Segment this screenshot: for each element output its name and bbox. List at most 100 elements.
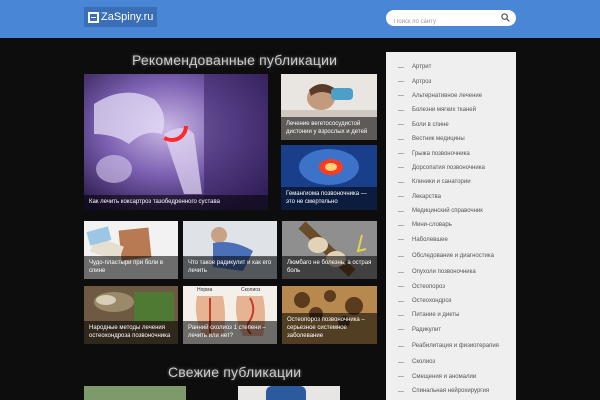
sidebar-category-label: Мини-словарь bbox=[412, 222, 452, 229]
site-header: ZaSpiny.ru bbox=[0, 0, 600, 38]
card-folk-title: Народные методы лечения остеохондроза по… bbox=[84, 321, 178, 344]
dash-icon bbox=[398, 255, 404, 257]
dash-icon bbox=[398, 361, 404, 363]
dash-icon bbox=[398, 239, 404, 241]
card-osteoporosis-title: Остеопороз позвоночника – серьезное сист… bbox=[282, 313, 377, 344]
card-plasters[interactable]: Чудо-пластыри при боли в спине bbox=[84, 221, 178, 279]
dash-icon bbox=[398, 345, 404, 347]
card-folk[interactable]: Народные методы лечения остеохондроза по… bbox=[84, 286, 178, 344]
sidebar-category-label: Опухоли позвоночника bbox=[412, 269, 476, 276]
fresh-thumb-2[interactable] bbox=[238, 386, 340, 400]
card-radiculitis-title: Что такое радикулит и как его лечить bbox=[183, 256, 277, 279]
card-scoliosis[interactable]: Норма Сколиоз Ранний сколиоз 1 степени –… bbox=[183, 286, 277, 344]
sidebar-category-label: Артроз bbox=[412, 78, 432, 85]
dash-icon bbox=[398, 210, 404, 212]
sidebar-category-item[interactable]: Клиники и санатории bbox=[386, 175, 516, 189]
card-hip-title: Как лечить коксартроз тазобедренного сус… bbox=[84, 195, 268, 210]
dash-icon bbox=[398, 138, 404, 140]
sidebar-category-item[interactable]: Болезни мягких тканей bbox=[386, 103, 516, 117]
scoliosis-norm-label: Норма bbox=[197, 287, 213, 293]
sidebar-category-item[interactable]: Альтернативное лечение bbox=[386, 89, 516, 103]
search-icon[interactable] bbox=[501, 13, 510, 22]
dash-icon bbox=[398, 95, 404, 97]
dash-icon bbox=[398, 224, 404, 226]
card-osteoporosis[interactable]: Остеопороз позвоночника – серьезное сист… bbox=[282, 286, 377, 344]
sidebar-category-item[interactable]: Сколиоз bbox=[386, 355, 516, 369]
sidebar-category-label: Болезни мягких тканей bbox=[412, 107, 476, 114]
dash-icon bbox=[398, 300, 404, 302]
fresh-thumb-2-shape bbox=[266, 386, 306, 400]
sidebar-category-item[interactable]: Наболевшее bbox=[386, 233, 516, 247]
sidebar-category-item[interactable]: Боли в спине bbox=[386, 118, 516, 132]
card-lumbago[interactable]: Люмбаго не болезнь, а острая боль bbox=[282, 221, 377, 279]
sidebar-category-label: Реабилитация и физиотерапия bbox=[412, 342, 499, 349]
logo-mark-icon bbox=[88, 11, 99, 23]
dash-icon bbox=[398, 390, 404, 392]
dash-icon bbox=[398, 271, 404, 273]
sidebar-category-item[interactable]: Лекарства bbox=[386, 190, 516, 204]
dash-icon bbox=[398, 329, 404, 331]
dash-icon bbox=[398, 153, 404, 155]
sidebar-category-label: Боли в спине bbox=[412, 121, 449, 128]
card-hemangioma[interactable]: Гемангиома позвоночника — это не смертел… bbox=[281, 145, 377, 210]
sidebar-category-label: Спинальная нейрохирургия bbox=[412, 388, 490, 394]
dash-icon bbox=[398, 167, 404, 169]
sidebar-category-item[interactable]: Реабилитация и физиотерапия bbox=[386, 337, 516, 355]
dash-icon bbox=[398, 66, 404, 68]
sidebar-category-item[interactable]: Артрит bbox=[386, 60, 516, 74]
card-vsd-title: Лечение вегетососудистой дистонии у взро… bbox=[281, 117, 377, 140]
categories-sidebar: Артрит Артроз Альтернативное лечение Болезн… bbox=[386, 52, 516, 400]
dash-icon bbox=[398, 314, 404, 316]
dash-icon bbox=[398, 196, 404, 198]
dash-icon bbox=[398, 109, 404, 111]
sidebar-category-item[interactable]: Питание и диеты bbox=[386, 308, 516, 322]
sidebar-category-label: Грыжа позвоночника bbox=[412, 150, 470, 157]
dash-icon bbox=[398, 286, 404, 288]
sidebar-category-item[interactable]: Дорсопатия позвоночника bbox=[386, 161, 516, 175]
sidebar-category-label: Обследование и диагностика bbox=[412, 252, 494, 259]
sidebar-category-item[interactable]: Смещения и аномалии bbox=[386, 369, 516, 383]
sidebar-category-item[interactable]: Мини-словарь bbox=[386, 218, 516, 232]
sidebar-category-label: Остеопороз bbox=[412, 283, 445, 290]
sidebar-category-label: Сколиоз bbox=[412, 359, 436, 366]
sidebar-category-label: Дорсопатия позвоночника bbox=[412, 164, 485, 171]
recommended-heading: Рекомендованные публикации bbox=[132, 52, 338, 68]
sidebar-category-label: Артрит bbox=[412, 64, 432, 71]
sidebar-category-label: Радикулит bbox=[412, 326, 442, 333]
card-hemangioma-title: Гемангиома позвоночника — это не смертел… bbox=[281, 187, 377, 210]
fresh-thumb-1[interactable] bbox=[84, 386, 186, 400]
hip-xray-image bbox=[84, 74, 268, 210]
sidebar-category-label: Лекарства bbox=[412, 193, 441, 200]
sidebar-category-item[interactable]: Грыжа позвоночника bbox=[386, 146, 516, 160]
categories-list: Артрит Артроз Альтернативное лечение Болезн… bbox=[386, 52, 516, 398]
dash-icon bbox=[398, 124, 404, 126]
sidebar-category-item[interactable]: Опухоли позвоночника bbox=[386, 265, 516, 279]
card-hip[interactable]: Как лечить коксартроз тазобедренного сус… bbox=[84, 74, 268, 210]
site-logo[interactable]: ZaSpiny.ru bbox=[84, 7, 158, 27]
sidebar-category-item[interactable]: Остеохондроз bbox=[386, 294, 516, 308]
card-lumbago-title: Люмбаго не болезнь, а острая боль bbox=[282, 256, 377, 279]
sidebar-category-label: Клиники и санатории bbox=[412, 179, 471, 186]
sidebar-category-item[interactable]: Спинальная нейрохирургия bbox=[386, 384, 516, 398]
dash-icon bbox=[398, 181, 404, 183]
sidebar-category-item[interactable]: Вестник медицины bbox=[386, 132, 516, 146]
sidebar-category-item[interactable]: Обследование и диагностика bbox=[386, 247, 516, 265]
sidebar-category-label: Остеохондроз bbox=[412, 298, 452, 305]
sidebar-category-item[interactable]: Медицинский справочник bbox=[386, 204, 516, 218]
card-vsd[interactable]: Лечение вегетососудистой дистонии у взро… bbox=[281, 74, 377, 140]
sidebar-category-label: Медицинский справочник bbox=[412, 208, 483, 215]
card-radiculitis[interactable]: Что такое радикулит и как его лечить bbox=[183, 221, 277, 279]
card-scoliosis-title: Ранний сколиоз 1 степени – лечить или не… bbox=[183, 321, 277, 344]
dash-icon bbox=[398, 81, 404, 83]
dash-icon bbox=[398, 376, 404, 378]
sidebar-category-item[interactable]: Радикулит bbox=[386, 323, 516, 337]
search-input[interactable] bbox=[386, 14, 496, 30]
sidebar-category-label: Альтернативное лечение bbox=[412, 92, 483, 99]
search-box bbox=[386, 10, 516, 30]
sidebar-category-item[interactable]: Остеопороз bbox=[386, 279, 516, 293]
sidebar-category-label: Вестник медицины bbox=[412, 136, 465, 143]
sidebar-category-item[interactable]: Артроз bbox=[386, 74, 516, 88]
scoliosis-label: Сколиоз bbox=[241, 287, 261, 293]
fresh-heading: Свежие публикации bbox=[168, 364, 302, 380]
sidebar-category-label: Наболевшее bbox=[412, 236, 448, 243]
